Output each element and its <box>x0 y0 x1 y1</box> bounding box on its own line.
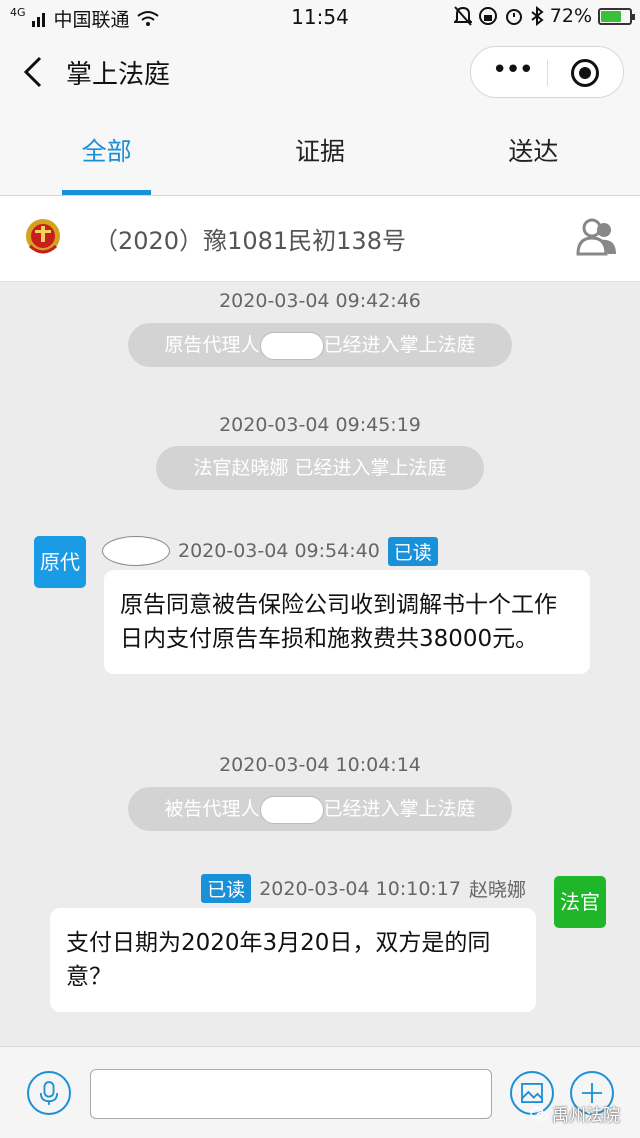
timestamp: 2020-03-04 10:04:14 <box>219 754 421 776</box>
redaction-mask <box>259 795 324 824</box>
wechat-icon <box>530 1106 548 1121</box>
battery-fill <box>601 10 622 22</box>
read-badge: 已读 <box>201 874 252 903</box>
message-bubble[interactable]: 原告同意被告保险公司收到调解书十个工作日内支付原告车损和施救费共38000元。 <box>104 570 590 674</box>
mini-program-capsule: ••• <box>470 46 624 98</box>
status-right: 72% <box>453 5 635 27</box>
read-badge: 已读 <box>387 536 438 566</box>
status-bar: 4G 中国联通 11:54 72% <box>0 0 640 34</box>
tab-bar: 全部 证据 送达 <box>0 110 640 196</box>
system-notice-suffix: 已经进入掌上法庭 <box>323 334 476 356</box>
message-meta: 2020-03-04 09:54:40 已读 <box>102 536 438 566</box>
redaction-mask <box>259 331 324 360</box>
system-notice: 原告代理人 已经进入掌上法庭 <box>128 323 512 367</box>
system-notice-prefix: 被告代理人 <box>164 798 260 820</box>
watermark-text: 禹州法院 <box>552 1106 620 1126</box>
bluetooth-icon <box>531 6 544 26</box>
message-input[interactable] <box>90 1069 492 1119</box>
lock-rotation-icon <box>478 7 497 25</box>
message-bubble[interactable]: 支付日期为2020年3月20日，双方是的同意？ <box>50 908 536 1012</box>
sender-name: 赵晓娜 <box>468 879 526 901</box>
back-arrow-icon[interactable] <box>18 54 48 90</box>
system-notice-suffix: 已经进入掌上法庭 <box>323 798 476 820</box>
participants-icon[interactable] <box>576 216 618 258</box>
system-notice: 法官赵晓娜 已经进入掌上法庭 <box>156 446 484 490</box>
target-icon[interactable] <box>571 59 599 87</box>
title-bar: 掌上法庭 ••• <box>0 34 640 110</box>
more-dots-icon[interactable]: ••• <box>491 57 534 85</box>
battery-icon <box>598 7 635 25</box>
alarm-icon <box>505 9 522 25</box>
page-title: 掌上法庭 <box>66 60 171 90</box>
message-time: 2020-03-04 09:54:40 <box>178 540 380 562</box>
tab-all[interactable]: 全部 <box>0 110 213 195</box>
message-meta: 已读 2020-03-04 10:10:17 赵晓娜 <box>201 874 526 903</box>
mute-bell-icon <box>453 6 472 26</box>
capsule-divider <box>547 60 548 86</box>
microphone-icon[interactable] <box>27 1071 71 1115</box>
system-notice-prefix: 原告代理人 <box>164 334 260 356</box>
watermark: 禹州法院 <box>530 1101 620 1126</box>
tab-evidence[interactable]: 证据 <box>213 110 426 195</box>
case-number: （2020）豫1081民初138号 <box>94 227 406 255</box>
avatar-judge[interactable]: 法官 <box>554 876 606 928</box>
timestamp: 2020-03-04 09:45:19 <box>219 414 421 436</box>
timestamp: 2020-03-04 09:42:46 <box>219 290 421 312</box>
chat-area[interactable]: 2020-03-04 09:42:46 原告代理人 已经进入掌上法庭 2020-0… <box>0 282 640 1046</box>
battery-percent: 72% <box>549 5 592 27</box>
composer-bar: 禹州法院 <box>0 1046 640 1138</box>
case-header: （2020）豫1081民初138号 <box>0 196 640 282</box>
redacted-name <box>102 536 170 566</box>
message-time: 2020-03-04 10:10:17 <box>259 877 461 900</box>
court-emblem-icon <box>26 219 60 254</box>
tab-delivery[interactable]: 送达 <box>427 110 640 195</box>
system-notice: 被告代理人 已经进入掌上法庭 <box>128 787 512 831</box>
avatar-plaintiff-agent[interactable]: 原代 <box>34 536 86 588</box>
